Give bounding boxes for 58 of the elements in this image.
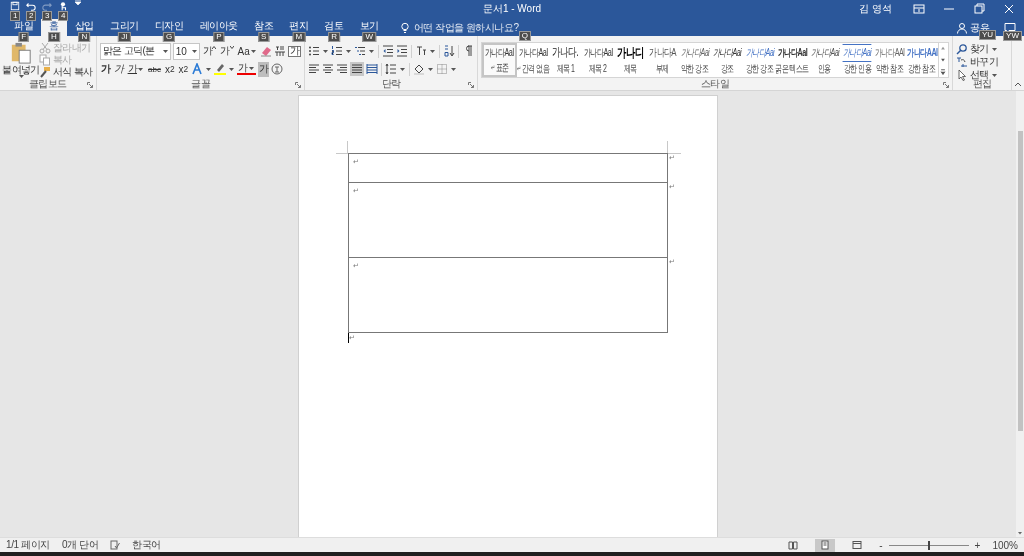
style-name: 부제 <box>656 61 669 76</box>
change-case-button[interactable]: Aa <box>236 43 258 59</box>
keytip: YW <box>1003 30 1022 41</box>
shrink-font-button[interactable]: 가 <box>219 43 235 59</box>
style-item[interactable]: 가나다A 부제 <box>646 43 679 77</box>
style-name: 제목 <box>623 61 637 76</box>
style-name: 표준 <box>495 61 509 75</box>
user-name: 김 영석 <box>859 2 892 16</box>
style-item[interactable]: 가나다. 제목 1 <box>549 43 582 77</box>
paste-button[interactable]: 붙여넣기 <box>3 42 39 78</box>
word-count[interactable]: 0개 단어 <box>61 538 99 552</box>
style-name: 강한 인용 <box>843 62 871 76</box>
group-label: 단락 <box>381 77 401 91</box>
style-item[interactable]: 가나다AAI 약한 참조 <box>873 43 906 77</box>
style-item[interactable]: 가나다AaI 제목 2 <box>581 43 614 77</box>
style-name: 제목 1 <box>556 61 575 76</box>
underline-button[interactable]: 가 <box>126 61 145 77</box>
style-item[interactable]: 가나다Aai 강조 <box>711 43 744 77</box>
clipboard-button[interactable]: 서식 복사 <box>39 66 93 78</box>
font-size-field[interactable]: 10 <box>172 42 200 60</box>
page-count[interactable]: 1/1 페이지 <box>6 538 50 552</box>
group-label: 글꼴 <box>191 77 210 91</box>
style-name: 강한 강조 <box>746 61 774 76</box>
style-item[interactable]: 가나다AAI 강한 참조 <box>905 43 938 77</box>
style-item[interactable]: 가나다Aai 인용 <box>808 43 841 77</box>
group-label: 클립보드 <box>28 77 67 91</box>
font-name-field[interactable]: 맑은 고딕(본 <box>99 42 171 60</box>
bold-button[interactable]: 가 <box>99 61 112 77</box>
style-name: 제목 2 <box>588 61 607 76</box>
style-item[interactable]: 가나다Aai 강한 인용 <box>840 43 874 77</box>
style-name: 강한 참조 <box>908 61 936 76</box>
style-name: 약한 강조 <box>681 61 709 76</box>
grow-font-button[interactable]: 가 <box>201 43 218 59</box>
italic-button[interactable]: 가 <box>113 61 125 77</box>
style-name: 간격 없음 <box>521 61 549 76</box>
zoom-out-button[interactable]: - <box>879 539 883 551</box>
group-label: 편집 <box>972 78 992 91</box>
tell-me-field[interactable]: 어떤 작업을 원하시나요? <box>413 22 536 33</box>
style-name: 강조 <box>720 61 734 76</box>
character-border-button[interactable]: 가 <box>287 45 302 57</box>
font-color-button[interactable]: 가 <box>237 63 256 75</box>
zoom-level[interactable]: 100% <box>992 539 1018 551</box>
style-item[interactable]: 가나다AaI 굵은 텍스트 <box>775 43 809 77</box>
style-item[interactable]: 가나다Aai 강한 강조 <box>743 43 776 77</box>
editing-button[interactable]: 찾기 <box>956 43 1008 55</box>
group-label: 스타일 <box>700 77 730 91</box>
editing-button[interactable]: 바꾸기 <box>956 56 1008 68</box>
editing-button[interactable]: 선택 <box>956 69 1008 81</box>
style-name: 굵은 텍스트 <box>775 61 809 76</box>
strikethrough-button[interactable]: abc <box>147 61 162 77</box>
character-shading-button[interactable]: 가 <box>257 61 269 77</box>
style-item[interactable]: 가나디 제목 <box>613 43 647 77</box>
language-label[interactable]: 한국어 <box>132 538 162 552</box>
zoom-in-button[interactable]: + <box>974 539 981 551</box>
style-item[interactable]: 가나다Aai 약한 강조 <box>678 43 712 77</box>
style-name: 약한 참조 <box>875 61 903 76</box>
window-title: 문서1 - Word <box>482 2 542 16</box>
style-name: 인용 <box>818 61 831 76</box>
